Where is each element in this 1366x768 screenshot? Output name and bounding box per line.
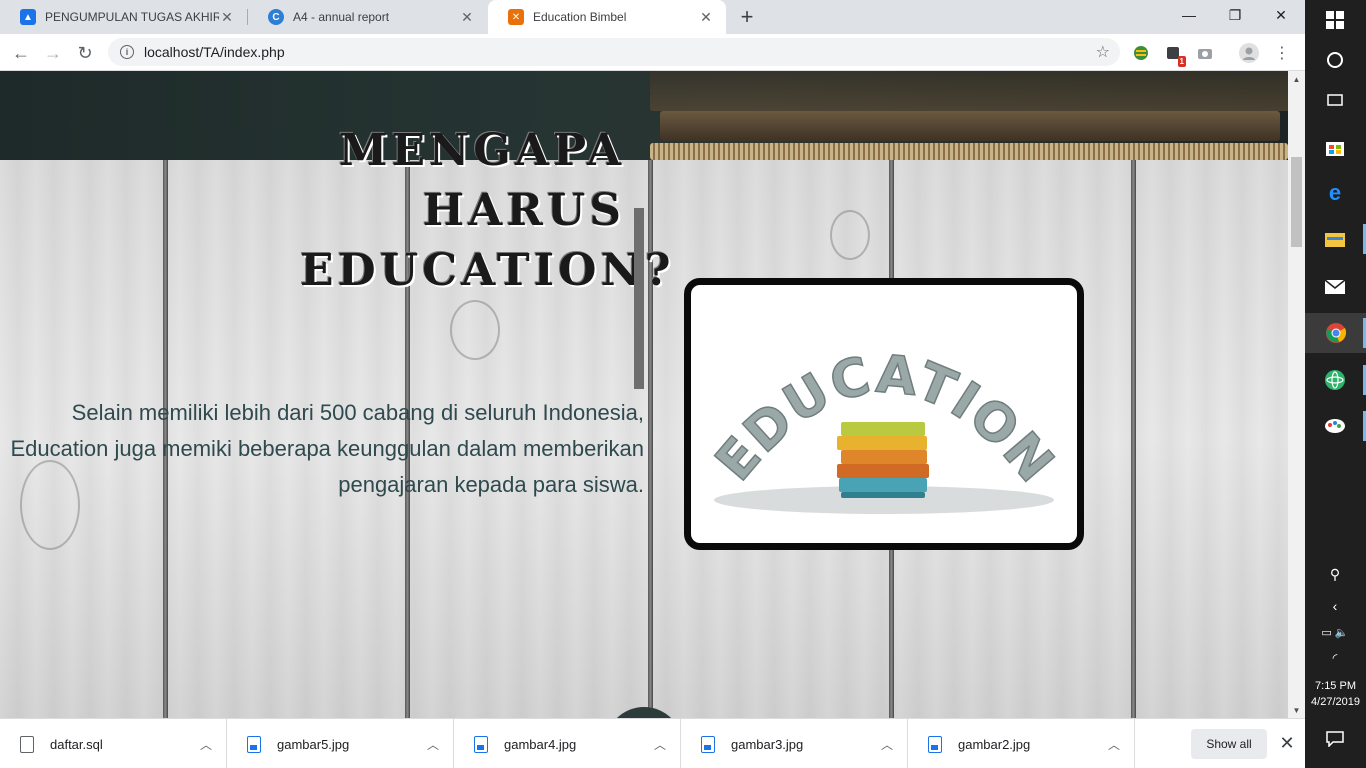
reload-icon[interactable]: ↻ (71, 39, 99, 67)
page-viewport: MENGAPA HARUS EDUCATION? Selain memiliki… (0, 71, 1288, 718)
close-icon[interactable]: ✕ (459, 9, 475, 26)
page-scrollbar[interactable]: ▲ ▼ (1288, 71, 1305, 718)
minimize-button[interactable]: — (1166, 0, 1212, 30)
education-illustration: EDUCATION (704, 344, 1065, 514)
heading-line: HARUS (422, 185, 625, 236)
clock-time: 7:15 PM (1315, 680, 1356, 692)
download-item[interactable]: gambar4.jpg ︿ (454, 719, 681, 768)
wood-knot (830, 210, 870, 260)
download-filename: gambar3.jpg (731, 736, 804, 752)
file-icon (20, 735, 34, 753)
extension-badge: 1 (1177, 56, 1186, 67)
windows-start-icon[interactable] (1314, 0, 1356, 40)
url-text: localhost/TA/index.php (144, 44, 285, 60)
plank-divider (648, 160, 653, 718)
section-description: Selain memiliki lebih dari 500 cabang di… (10, 400, 645, 497)
canva-icon: C (268, 9, 284, 25)
chrome-icon[interactable] (1305, 313, 1366, 353)
heading-line: MENGAPA (338, 125, 625, 176)
book-image (660, 111, 1280, 141)
tab-strip: ▲ PENGUMPULAN TUGAS AKHIR V ✕ C A4 - ann… (0, 0, 1305, 34)
close-icon[interactable]: ✕ (219, 9, 235, 26)
cortana-search-icon[interactable] (1314, 40, 1356, 80)
wifi-icon[interactable]: ◜ (1314, 638, 1356, 678)
close-icon[interactable]: ✕ (698, 9, 714, 26)
heading-line: EDUCATION? (300, 245, 675, 296)
windows-taskbar: e ⚲ ‹ ▭ 🔈 ◜ 7:15 PM 4/27/2019 (1305, 0, 1366, 768)
chevron-up-icon[interactable]: ︿ (413, 736, 453, 753)
task-view-icon[interactable] (1314, 80, 1356, 120)
extension-calendar-icon[interactable]: 1 (1162, 42, 1186, 67)
extension-globe-icon[interactable] (1130, 42, 1152, 64)
image-file-icon (474, 735, 488, 753)
scroll-down-arrow-icon[interactable]: ▼ (1288, 702, 1305, 718)
mail-icon[interactable] (1314, 266, 1356, 306)
menu-kebab-icon[interactable]: ⋮ (1271, 42, 1293, 64)
classroom-icon: ▲ (20, 9, 36, 25)
file-explorer-icon[interactable] (1314, 219, 1356, 259)
scroll-up-arrow-icon[interactable]: ▲ (1288, 71, 1305, 87)
book-image (650, 143, 1288, 160)
paint-icon[interactable] (1314, 406, 1356, 446)
download-filename: gambar2.jpg (958, 736, 1031, 752)
taskbar-clock[interactable]: 7:15 PM 4/27/2019 (1305, 678, 1366, 710)
download-filename: gambar4.jpg (504, 736, 577, 752)
wood-knot (450, 300, 500, 360)
info-icon[interactable]: i (120, 45, 134, 59)
tab-education-bimbel[interactable]: ✕ Education Bimbel ✕ (488, 0, 726, 34)
camera-icon[interactable] (1194, 42, 1216, 64)
download-shelf: daftar.sql ︿ gambar5.jpg ︿ gambar4.jpg ︿… (0, 718, 1305, 768)
tab-title: A4 - annual report (293, 10, 390, 24)
notification-center-icon[interactable] (1314, 719, 1356, 759)
download-filename: gambar5.jpg (277, 736, 350, 752)
heading-accent-bar (634, 208, 644, 389)
section-heading: MENGAPA HARUS EDUCATION? (300, 121, 675, 301)
chevron-up-icon[interactable]: ︿ (186, 736, 226, 753)
book-image (650, 71, 1288, 111)
plank-divider (1131, 160, 1136, 718)
bookmark-star-icon[interactable]: ☆ (1096, 42, 1110, 62)
scroll-thumb[interactable] (1291, 157, 1302, 247)
address-bar[interactable]: i localhost/TA/index.php ☆ (108, 38, 1120, 66)
download-item[interactable]: gambar5.jpg ︿ (227, 719, 454, 768)
microsoft-store-icon[interactable] (1314, 127, 1356, 167)
atom-editor-icon[interactable] (1314, 360, 1356, 400)
chevron-up-icon[interactable]: ︿ (867, 736, 907, 753)
tab-title: Education Bimbel (533, 10, 627, 24)
hero-banner (0, 71, 1288, 160)
image-file-icon (701, 735, 715, 753)
back-arrow-icon[interactable]: ← (7, 39, 35, 67)
image-file-icon (928, 735, 942, 753)
new-tab-button[interactable]: + (733, 3, 761, 31)
tab-title: PENGUMPULAN TUGAS AKHIR V (45, 10, 219, 24)
show-all-downloads-button[interactable]: Show all (1191, 729, 1267, 759)
profile-avatar-icon[interactable] (1238, 42, 1260, 64)
chevron-up-icon[interactable]: ︿ (1094, 736, 1134, 753)
tab-pengumpulan[interactable]: ▲ PENGUMPULAN TUGAS AKHIR V ✕ (0, 0, 247, 34)
image-file-icon (247, 735, 261, 753)
close-window-button[interactable]: ✕ (1258, 0, 1304, 30)
download-item[interactable]: daftar.sql ︿ (0, 719, 227, 768)
browser-toolbar: ← → ↻ i localhost/TA/index.php ☆ 1 ⋮ (0, 34, 1305, 71)
xampp-icon: ✕ (508, 9, 524, 25)
download-filename: daftar.sql (50, 736, 103, 752)
chevron-up-icon[interactable]: ︿ (640, 736, 680, 753)
forward-arrow-icon[interactable]: → (39, 39, 67, 67)
education-image: EDUCATION (684, 278, 1084, 550)
tab-annual-report[interactable]: C A4 - annual report ✕ (248, 0, 487, 34)
close-icon[interactable]: ✕ (1276, 732, 1298, 754)
edge-browser-icon[interactable]: e (1314, 173, 1356, 213)
maximize-button[interactable]: ❐ (1212, 0, 1258, 30)
clock-date: 4/27/2019 (1311, 696, 1360, 708)
download-item[interactable]: gambar2.jpg ︿ (908, 719, 1135, 768)
download-item[interactable]: gambar3.jpg ︿ (681, 719, 908, 768)
